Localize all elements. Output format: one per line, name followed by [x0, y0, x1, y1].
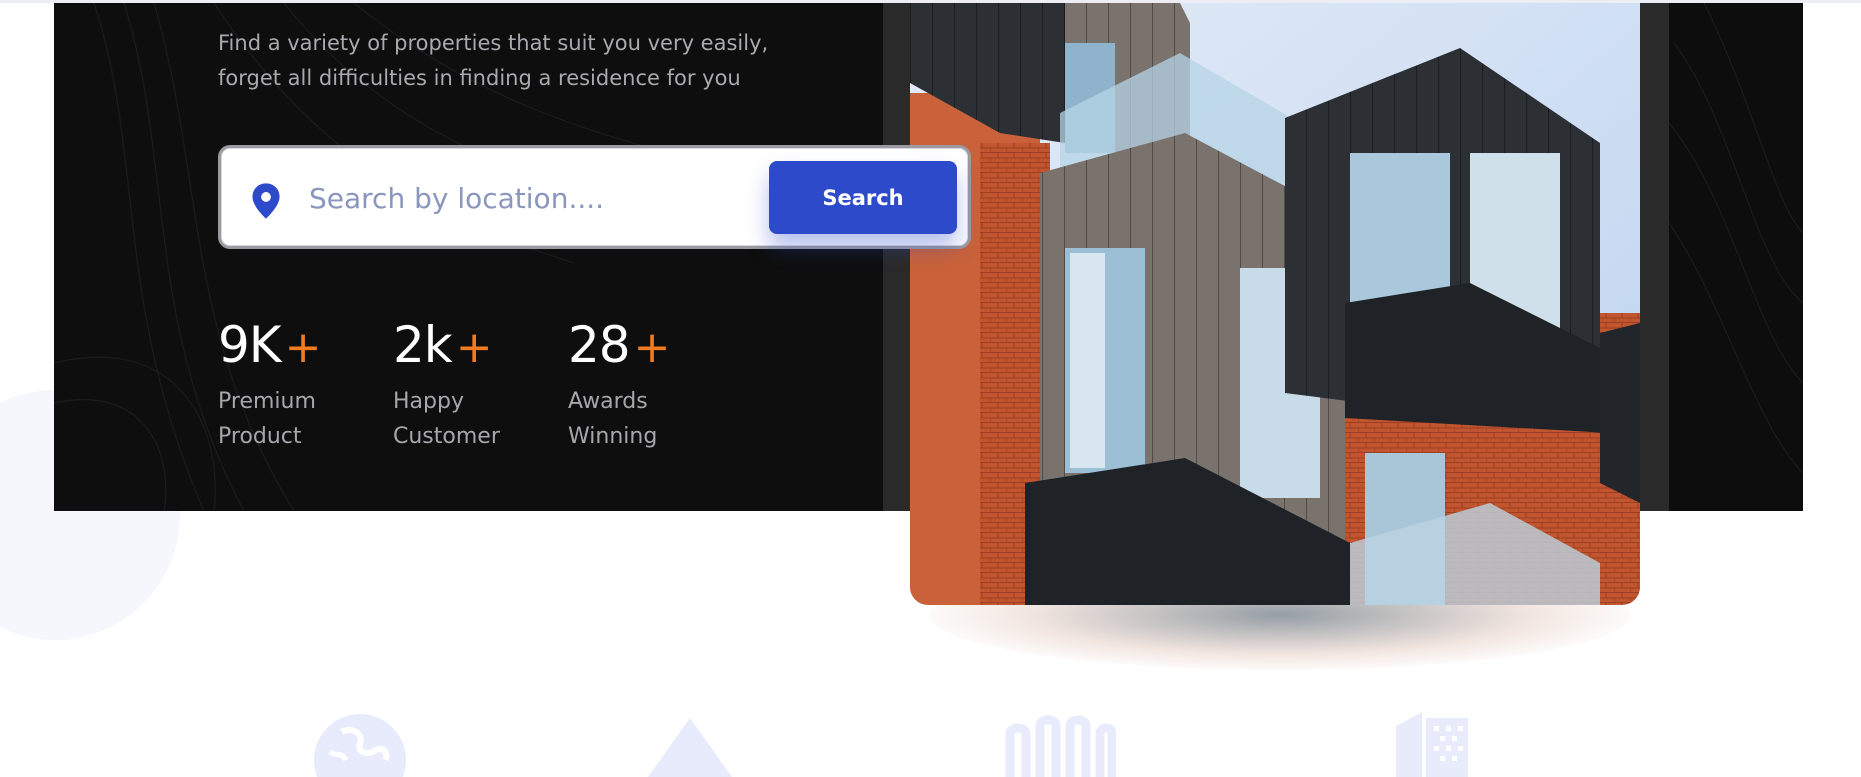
hero-subtitle-line-2: forget all difficulties in finding a res… [218, 66, 741, 90]
page: Find a variety of properties that suit y… [0, 0, 1861, 777]
stat-label-line-2: Product [218, 424, 302, 449]
building-logo-icon [1396, 712, 1468, 777]
stat-number: 2k [393, 316, 453, 374]
building-illustration [910, 3, 1640, 605]
stat-number: 28 [568, 316, 631, 374]
stat-awards-winning: 28 + Awards Winning [568, 316, 670, 454]
search-bar: Search [218, 145, 971, 249]
stat-happy-customer: 2k + Happy Customer [393, 316, 500, 454]
stat-label-line-1: Happy [393, 389, 464, 414]
globe-logo-icon [314, 714, 406, 777]
stat-value: 28 + [568, 316, 670, 374]
stat-plus: + [455, 322, 493, 373]
search-button[interactable]: Search [769, 161, 957, 234]
stat-value: 2k + [393, 316, 500, 374]
building-photo [910, 3, 1640, 605]
mountain-logo-icon [648, 718, 732, 777]
stat-label-line-1: Awards [568, 389, 648, 414]
stat-label: Happy Customer [393, 384, 500, 454]
stat-label-line-2: Winning [568, 424, 658, 449]
location-pin-icon [252, 183, 280, 219]
search-input[interactable] [309, 172, 739, 224]
stat-label: Premium Product [218, 384, 320, 454]
stat-label: Awards Winning [568, 384, 670, 454]
stat-label-line-1: Premium [218, 389, 316, 414]
hero-subtitle: Find a variety of properties that suit y… [218, 26, 838, 96]
stat-value: 9K + [218, 316, 322, 374]
hero-subtitle-line-1: Find a variety of properties that suit y… [218, 31, 769, 55]
stat-premium-product: 9K + Premium Product [218, 316, 322, 454]
stat-label-line-2: Customer [393, 424, 500, 449]
bars-logo-icon [1005, 715, 1116, 777]
stat-number: 9K [218, 316, 282, 374]
stat-plus: + [633, 322, 671, 373]
stat-plus: + [284, 322, 322, 373]
